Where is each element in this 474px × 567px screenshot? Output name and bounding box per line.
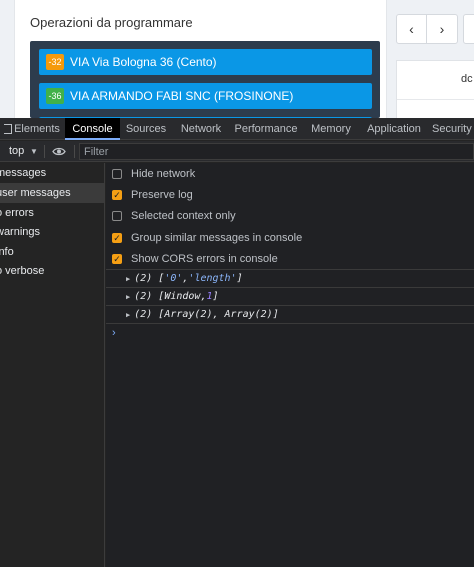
operations-panel: -32 VIA Via Bologna 36 (Cento) -36 VIA A… [30,41,380,118]
sidebar-item-user-messages[interactable]: user messages [0,183,104,203]
expand-triangle-icon[interactable]: ▶ [126,293,130,301]
tab-console[interactable]: Console [65,118,120,140]
right-panel: dc [396,60,474,118]
setting-label: Group similar messages in console [131,231,303,244]
sidebar-item-errors[interactable]: o errors [0,203,104,223]
sidebar-item-label: o errors [0,207,34,219]
sidebar-item-label: o verbose [0,265,45,277]
sidebar-item-warnings[interactable]: warnings [0,222,104,242]
divider [397,99,474,100]
console-prompt[interactable]: › [106,323,474,341]
console-sidebar: messages user messages o errors warnings… [0,163,105,567]
expand-triangle-icon[interactable]: ▶ [126,311,130,319]
console-toolbar: top ▼ [0,141,474,162]
sidebar-item-verbose[interactable]: o verbose [0,261,104,281]
console-main: Hide network ✓ Preserve log Selected con… [106,163,474,567]
tab-security[interactable]: Security [432,118,474,140]
dock-icon[interactable] [4,124,12,134]
setting-show-cors-errors[interactable]: ✓ Show CORS errors in console [106,248,474,269]
checkbox[interactable] [112,168,122,179]
right-panel-header: dc [461,73,473,85]
setting-selected-context-only[interactable]: Selected context only [106,205,474,226]
section-title: Operazioni da programmare [30,15,193,30]
web-page: Operazioni da programmare -32 VIA Via Bo… [0,0,474,118]
setting-label: Show CORS errors in console [131,252,278,265]
operation-badge: -32 [46,54,64,70]
expand-triangle-icon[interactable]: ▶ [126,275,130,283]
console-log-row[interactable]: ▶ (2) ['0', 'length'] [106,269,474,287]
log-prefix: (2) [Array(2), Array(2)] [134,309,279,320]
setting-preserve-log[interactable]: ✓ Preserve log [106,184,474,205]
log-string: '0' [164,273,183,284]
operation-label: VIA ARMANDO FABI SNC (FROSINONE) [70,89,294,103]
pager-nav: ‹ › [396,14,458,44]
next-button[interactable]: › [427,15,457,43]
sidebar-item-info[interactable]: info [0,242,104,262]
tab-elements[interactable]: Elements [12,118,62,140]
tab-performance[interactable]: Performance [234,118,298,140]
sidebar-item-label: info [0,246,14,258]
checkbox-checked[interactable]: ✓ [112,232,122,243]
checkbox[interactable] [112,210,122,221]
log-string: 'length' [188,273,237,284]
sidebar-item-messages[interactable]: messages [0,163,104,183]
prev-button[interactable]: ‹ [397,15,427,43]
filter-input[interactable] [79,143,474,160]
tab-application[interactable]: Application [364,118,424,140]
console-log-row[interactable]: ▶ (2) [Array(2), Array(2)] [106,305,474,323]
setting-group-similar[interactable]: ✓ Group similar messages in console [106,227,474,248]
log-suffix: ] [236,273,243,284]
tab-memory[interactable]: Memory [306,118,356,140]
toolbar-divider [74,145,75,158]
log-prefix: (2) [ [134,273,165,284]
checkbox-checked[interactable]: ✓ [112,189,122,200]
extra-button[interactable] [463,14,474,44]
tab-sources[interactable]: Sources [122,118,170,140]
operation-label: VIA Via Bologna 36 (Cento) [70,55,217,69]
checkbox-checked[interactable]: ✓ [112,253,122,264]
tab-network[interactable]: Network [176,118,226,140]
log-prefix: (2) [Window, [134,291,207,302]
operation-item[interactable]: -32 VIA Via Bologna 36 (Cento) [39,49,372,75]
setting-label: Preserve log [131,188,193,201]
devtools-panel: Elements Console Sources Network Perform… [0,118,474,567]
operation-badge: -36 [46,88,64,104]
toolbar-divider [44,145,45,158]
operation-item[interactable]: -36 VIA ARMANDO FABI SNC (FROSINONE) [39,83,372,109]
sidebar-item-label: user messages [0,187,71,199]
eye-icon[interactable] [52,146,66,157]
chevron-down-icon[interactable]: ▼ [30,141,38,162]
setting-hide-network[interactable]: Hide network [106,163,474,184]
log-suffix: ] [212,291,219,302]
console-log-row[interactable]: ▶ (2) [Window, 1] [106,287,474,305]
devtools-tabbar: Elements Console Sources Network Perform… [0,118,474,140]
context-selector[interactable]: top [9,141,24,162]
sidebar-item-label: warnings [0,226,41,238]
setting-label: Hide network [131,167,196,180]
setting-label: Selected context only [131,209,236,222]
sidebar-item-label: messages [0,167,47,179]
